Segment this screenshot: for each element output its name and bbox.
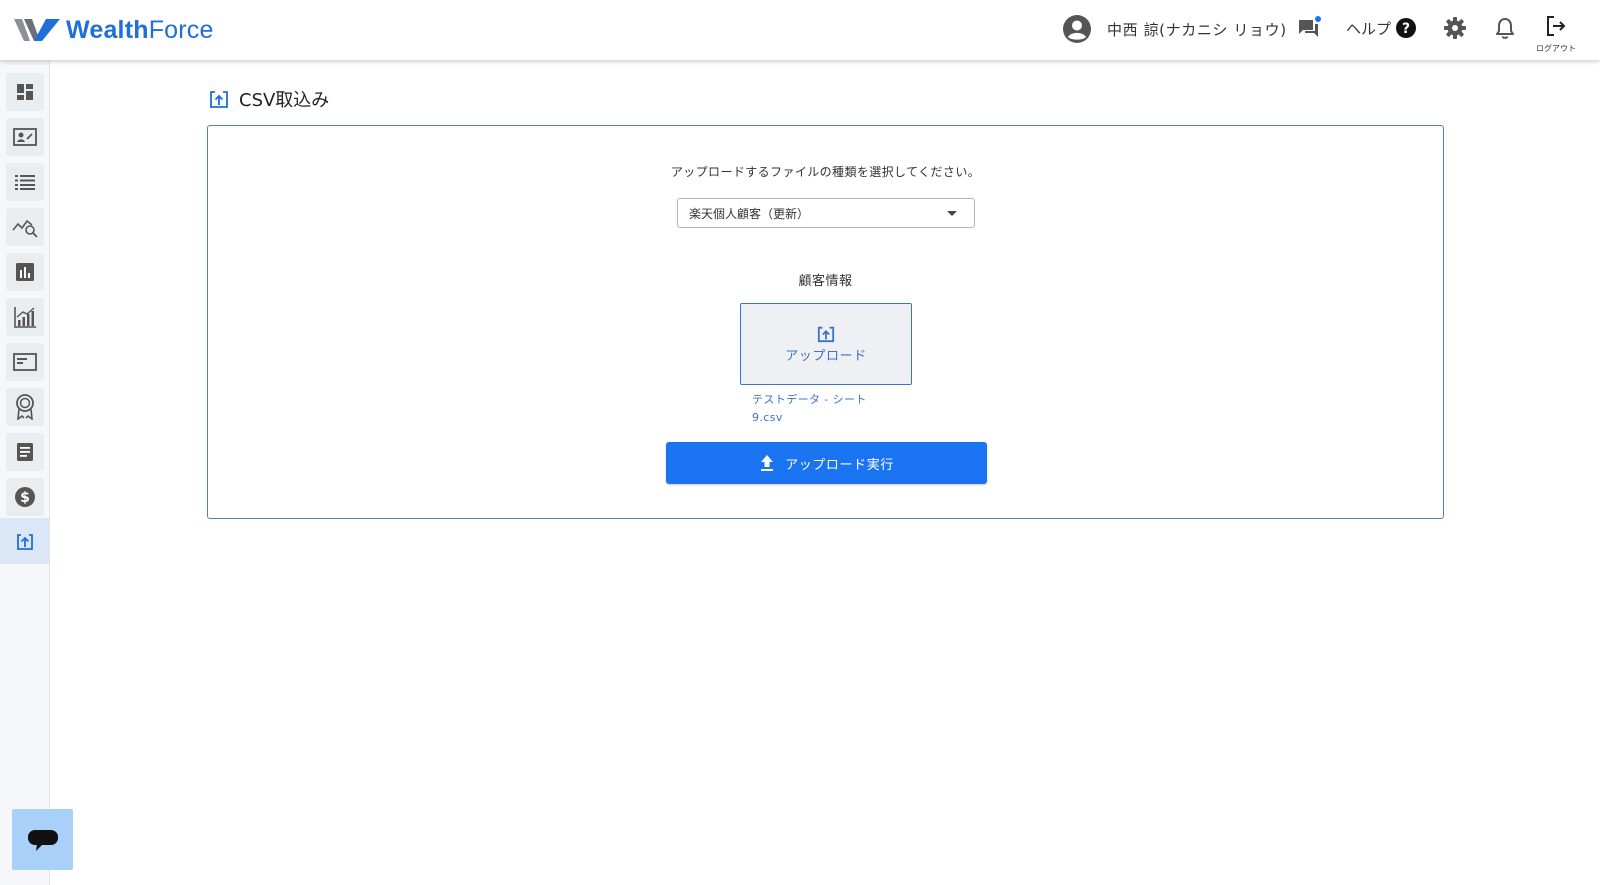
help-icon: ? [1396, 18, 1417, 38]
dashboard-icon [17, 84, 33, 100]
list-icon [15, 175, 35, 190]
notifications-button[interactable] [1494, 16, 1516, 44]
help-button[interactable]: ヘルプ ? [1346, 17, 1417, 39]
execute-upload-label: アップロード実行 [785, 457, 894, 473]
instruction-text: アップロードするファイルの種類を選択してください。 [670, 165, 981, 179]
document-icon [17, 443, 33, 461]
sidebar-item-list[interactable] [6, 163, 44, 201]
selected-file-name[interactable]: テストデータ - シート 9.csv [752, 391, 892, 427]
file-name-line-2: 9.csv [752, 411, 783, 424]
file-name-line-1: テストデータ - シート [752, 393, 867, 406]
svg-text:$: $ [20, 490, 30, 506]
contact-card-icon [13, 128, 37, 146]
logout-icon [1547, 16, 1566, 36]
upload-label: アップロード [785, 348, 867, 364]
sidebar-item-growth[interactable] [6, 298, 44, 336]
growth-chart-icon [14, 307, 36, 328]
sidebar-nav: $ [0, 60, 50, 885]
execute-upload-button[interactable]: アップロード実行 [666, 442, 987, 484]
help-label: ヘルプ [1346, 19, 1392, 38]
csv-import-icon [16, 534, 33, 550]
app-logo[interactable]: WealthForce [12, 12, 214, 48]
settings-button[interactable] [1443, 16, 1467, 44]
sidebar-item-csv-import[interactable] [0, 518, 49, 564]
notification-dot [1315, 16, 1321, 22]
logout-label: ログアウト [1536, 44, 1576, 53]
svg-text:?: ? [1402, 21, 1410, 37]
sidebar-item-award[interactable] [6, 388, 44, 426]
bar-chart-icon [16, 263, 34, 281]
user-avatar-icon [1063, 15, 1091, 43]
logout-button[interactable]: ログアウト [1532, 15, 1580, 54]
user-name: 中西 諒(ナカニシ リョウ) [1107, 20, 1287, 39]
sidebar-item-billing[interactable]: $ [6, 478, 44, 516]
bell-icon [1496, 18, 1514, 39]
window-icon [13, 353, 37, 371]
upload-file-button[interactable]: アップロード [740, 303, 912, 385]
section-label: 顧客情報 [798, 274, 853, 289]
sidebar-item-analysis[interactable] [6, 208, 44, 246]
csv-import-card: アップロードするファイルの種類を選択してください。 楽天個人顧客（更新） 顧客情… [207, 125, 1444, 519]
app-header: WealthForce 中西 諒(ナカニシ リョウ) ヘルプ ? ログアウト [0, 0, 1600, 60]
user-menu[interactable]: 中西 諒(ナカニシ リョウ) [1062, 14, 1287, 44]
file-type-selected: 楽天個人顧客（更新） [689, 206, 810, 221]
chat-bubble-icon [27, 829, 58, 851]
messages-button[interactable] [1297, 16, 1321, 44]
sidebar-item-customers[interactable] [6, 118, 44, 156]
gear-icon [1444, 17, 1466, 39]
csv-import-icon [210, 91, 228, 108]
page-title: CSV取込み [209, 86, 329, 112]
chat-icon [1299, 16, 1321, 37]
page-title-text: CSV取込み [239, 90, 330, 111]
upload-icon [817, 326, 835, 342]
file-type-select[interactable]: 楽天個人顧客（更新） [677, 198, 975, 228]
analytics-search-icon [12, 219, 38, 238]
chat-support-button[interactable] [12, 809, 73, 870]
sidebar-item-window[interactable] [6, 343, 44, 381]
dollar-icon: $ [15, 487, 35, 507]
sidebar-item-reports[interactable] [6, 253, 44, 291]
upload-arrow-icon [761, 455, 774, 471]
logo-mark-icon [14, 19, 60, 41]
logo-text: WealthForce [66, 15, 214, 44]
chevron-down-icon [947, 211, 957, 216]
sidebar-item-dashboard[interactable] [6, 73, 44, 111]
sidebar-item-documents[interactable] [6, 433, 44, 471]
award-icon [16, 394, 34, 420]
